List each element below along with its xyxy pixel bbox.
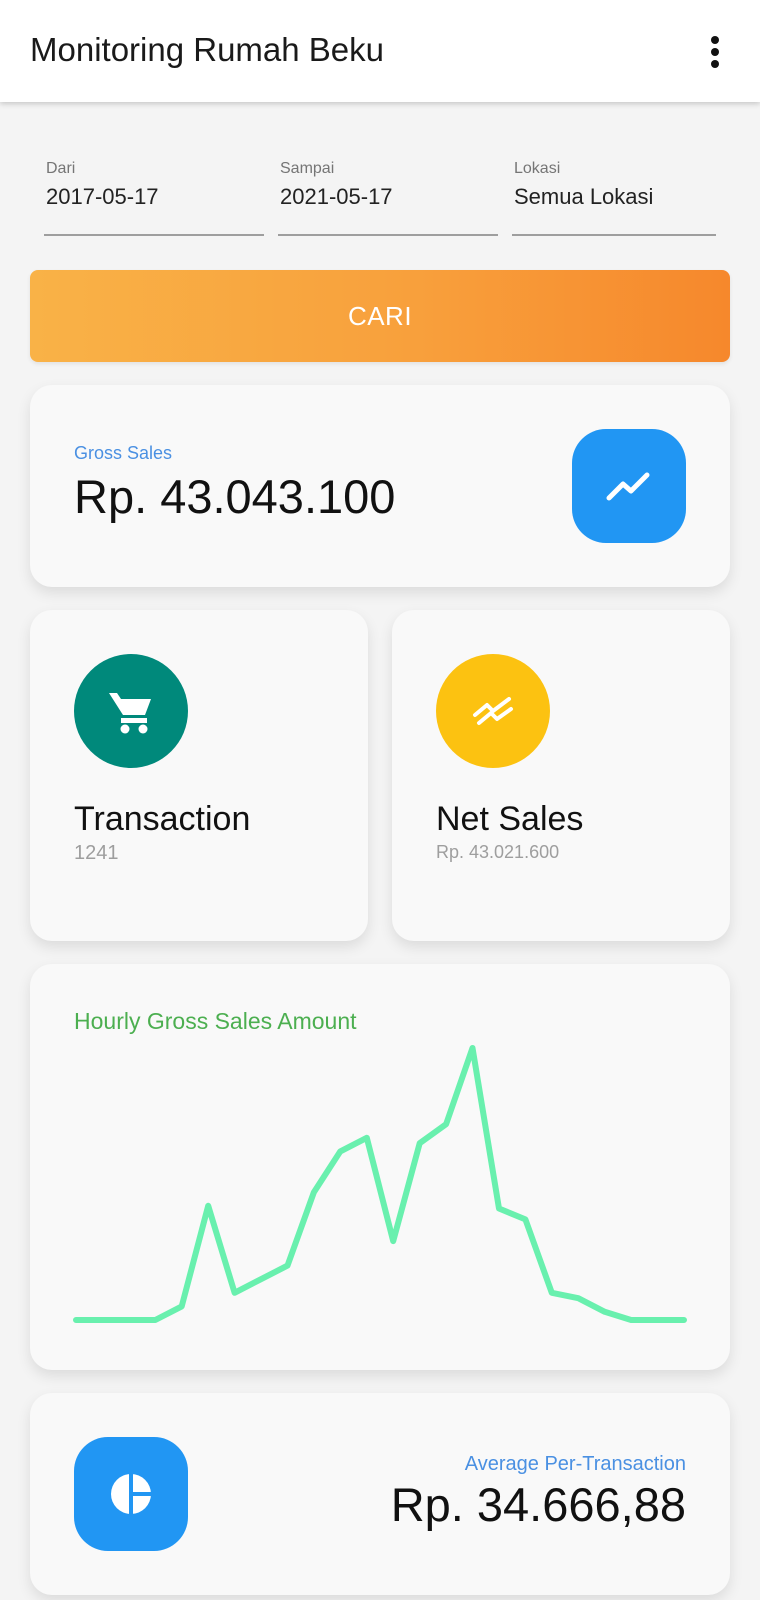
data-point xyxy=(181,1305,183,1307)
data-point xyxy=(604,1311,606,1313)
data-point xyxy=(75,1319,77,1321)
data-point xyxy=(154,1319,156,1321)
data-point xyxy=(551,1292,553,1294)
data-point xyxy=(683,1319,685,1321)
to-date-field[interactable]: Sampai 2021-05-17 xyxy=(278,158,498,236)
hourly-chart-card: Hourly Gross Sales Amount xyxy=(30,964,730,1370)
data-point xyxy=(128,1319,130,1321)
from-date-label: Dari xyxy=(46,160,76,177)
data-point xyxy=(445,1123,447,1125)
trending-up-icon xyxy=(572,429,686,543)
transaction-card: Transaction 1241 xyxy=(30,610,368,941)
shopping-cart-icon xyxy=(74,654,188,768)
more-vert-icon[interactable] xyxy=(700,32,730,72)
from-date-field[interactable]: Dari 2017-05-17 xyxy=(44,158,264,236)
average-value: Rp. 34.666,88 xyxy=(390,1478,686,1531)
average-card: Average Per-Transaction Rp. 34.666,88 xyxy=(30,1393,730,1595)
net-sales-title: Net Sales xyxy=(436,800,584,838)
data-point xyxy=(101,1319,103,1321)
series-line xyxy=(73,1045,687,1323)
trending-arrows-icon xyxy=(436,654,550,768)
gross-sales-card: Gross Sales Rp. 43.043.100 xyxy=(30,385,730,587)
from-date-value: 2017-05-17 xyxy=(46,184,159,209)
data-point xyxy=(630,1319,632,1321)
location-value: Semua Lokasi xyxy=(514,184,654,209)
data-point xyxy=(207,1205,209,1207)
data-point xyxy=(366,1137,368,1139)
location-field[interactable]: Lokasi Semua Lokasi xyxy=(512,158,716,236)
average-label: Average Per-Transaction xyxy=(464,1453,686,1475)
transaction-value: 1241 xyxy=(74,842,119,864)
gross-sales-label: Gross Sales xyxy=(74,443,173,463)
data-point xyxy=(234,1292,236,1294)
data-point xyxy=(286,1265,288,1267)
data-point xyxy=(392,1240,394,1242)
to-date-value: 2021-05-17 xyxy=(280,184,393,209)
data-point xyxy=(524,1218,526,1220)
net-sales-value: Rp. 43.021.600 xyxy=(436,842,560,862)
app-bar: Monitoring Rumah Beku xyxy=(0,0,760,102)
data-point xyxy=(472,1047,474,1049)
pie-chart-icon xyxy=(74,1437,188,1551)
data-point xyxy=(657,1319,659,1321)
data-point xyxy=(498,1207,500,1209)
data-point xyxy=(577,1297,579,1299)
data-point xyxy=(260,1278,262,1280)
to-date-label: Sampai xyxy=(280,160,335,177)
hourly-sales-line-chart xyxy=(73,1045,687,1323)
data-point xyxy=(419,1142,421,1144)
transaction-title: Transaction xyxy=(74,800,251,838)
net-sales-card: Net Sales Rp. 43.021.600 xyxy=(392,610,730,941)
data-point xyxy=(313,1191,315,1193)
app-title: Monitoring Rumah Beku xyxy=(30,31,385,68)
search-button[interactable]: CARI xyxy=(30,270,730,362)
data-point xyxy=(339,1150,341,1152)
gross-sales-value: Rp. 43.043.100 xyxy=(74,470,396,523)
location-label: Lokasi xyxy=(514,160,561,177)
